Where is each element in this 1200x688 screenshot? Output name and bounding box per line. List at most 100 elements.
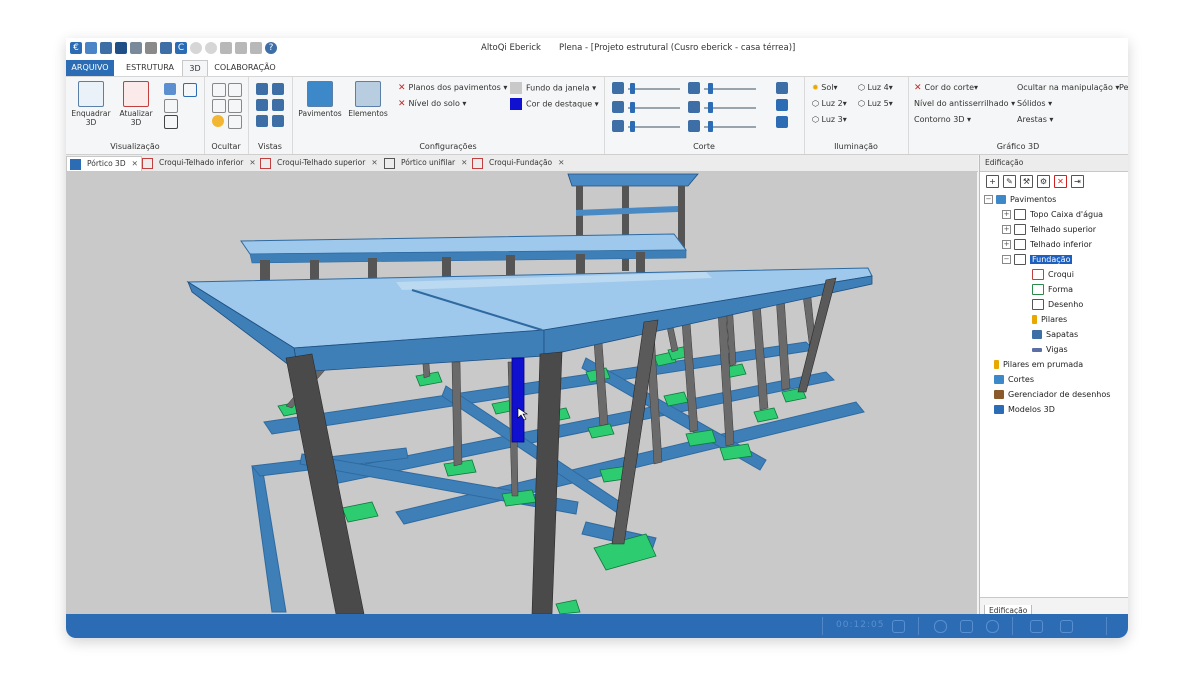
cut-box2-icon[interactable] bbox=[776, 99, 788, 111]
collapse-icon[interactable]: − bbox=[1002, 255, 1011, 264]
tree-item-desenho[interactable]: Desenho bbox=[1032, 298, 1083, 312]
planos-pavimentos-dropdown[interactable]: ✕ Planos dos pavimentos ▾ bbox=[398, 83, 507, 93]
doc-tab-croqui-fundacao[interactable]: Croqui-Fundação ✕ bbox=[472, 156, 564, 170]
luz4-dropdown[interactable]: ⬡ Luz 4▾ bbox=[858, 83, 893, 92]
save-as-icon[interactable] bbox=[130, 42, 142, 54]
tree-item-pilares[interactable]: Pilares bbox=[1032, 313, 1067, 327]
doc-tab-croqui-telhado-inferior[interactable]: Croqui-Telhado inferior ✕ bbox=[142, 156, 256, 170]
cut-x-icon[interactable] bbox=[612, 82, 624, 94]
ocultar-manipulacao-dropdown[interactable]: Ocultar na manipulação ▾ bbox=[1017, 83, 1119, 92]
tree-item-topo-caixa[interactable]: + Topo Caixa d'água bbox=[1002, 208, 1103, 222]
tab-3d[interactable]: 3D bbox=[182, 60, 208, 76]
expand-icon[interactable]: + bbox=[1002, 225, 1011, 234]
doc-tab-croqui-telhado-superior[interactable]: Croqui-Telhado superior ✕ bbox=[260, 156, 378, 170]
close-icon[interactable]: ✕ bbox=[132, 159, 138, 168]
hide3-icon[interactable] bbox=[212, 99, 226, 113]
cut-z2-icon[interactable] bbox=[688, 120, 700, 132]
hide-icon[interactable] bbox=[212, 83, 226, 97]
alarm-icon[interactable] bbox=[892, 620, 905, 633]
viewport-3d[interactable] bbox=[66, 172, 977, 614]
open-icon[interactable] bbox=[100, 42, 112, 54]
close-icon[interactable]: ✕ bbox=[371, 158, 377, 167]
arestas-dropdown[interactable]: Arestas ▾ bbox=[1017, 115, 1053, 124]
nivel-solo-dropdown[interactable]: ✕ Nível do solo ▾ bbox=[398, 99, 466, 109]
cut-slider-5[interactable] bbox=[628, 121, 680, 132]
cut-slider-1[interactable] bbox=[628, 83, 680, 94]
doc-tab-portico-unifilar[interactable]: Pórtico unifilar ✕ bbox=[384, 156, 467, 170]
antisserrilhado-dropdown[interactable]: Nível do antisserrilhado ▾ bbox=[914, 99, 1015, 108]
luz2-dropdown[interactable]: ⬡ Luz 2▾ bbox=[812, 99, 847, 108]
gear-icon[interactable] bbox=[986, 620, 999, 633]
tree-item-croqui[interactable]: Croqui bbox=[1032, 268, 1074, 282]
tool3-icon[interactable] bbox=[250, 42, 262, 54]
close-icon[interactable]: ✕ bbox=[461, 158, 467, 167]
view-back-icon[interactable] bbox=[272, 83, 284, 95]
export-icon[interactable]: ⇥ bbox=[1071, 175, 1084, 188]
tree-item-fundacao[interactable]: − Fundação bbox=[1002, 253, 1073, 267]
view-front-icon[interactable] bbox=[256, 83, 268, 95]
cor-destaque-dropdown[interactable]: Cor de destaque ▾ bbox=[510, 98, 599, 110]
cut-box3-icon[interactable] bbox=[776, 116, 788, 128]
tree-item-pilares-prumada[interactable]: Pilares em prumada bbox=[994, 358, 1083, 372]
cut-y-icon[interactable] bbox=[612, 101, 624, 113]
luz3-dropdown[interactable]: ⬡ Luz 3▾ bbox=[812, 115, 847, 124]
tree-item-pavimentos[interactable]: − Pavimentos bbox=[984, 193, 1056, 207]
slider-thumb[interactable] bbox=[630, 121, 635, 132]
doc-tab-portico-3d[interactable]: Pórtico 3D ✕ bbox=[66, 156, 142, 171]
capture-icon[interactable] bbox=[1060, 620, 1073, 633]
cut-x2-icon[interactable] bbox=[688, 82, 700, 94]
view-top-icon[interactable] bbox=[256, 115, 268, 127]
atualizar-3d-button[interactable]: Atualizar 3D bbox=[114, 81, 158, 127]
zoom-icon[interactable] bbox=[183, 83, 197, 97]
expand-icon[interactable]: + bbox=[1002, 210, 1011, 219]
copy-icon[interactable] bbox=[160, 42, 172, 54]
highlighted-column[interactable] bbox=[511, 357, 525, 443]
close-icon[interactable]: ✕ bbox=[249, 158, 255, 167]
tree-item-vigas[interactable]: Vigas bbox=[1032, 343, 1068, 357]
cut-slider-6[interactable] bbox=[704, 121, 756, 132]
solidos-dropdown[interactable]: Sólidos ▾ bbox=[1017, 99, 1052, 108]
add-icon[interactable]: + bbox=[986, 175, 999, 188]
print-icon[interactable] bbox=[145, 42, 157, 54]
cut-slider-3[interactable] bbox=[628, 102, 680, 113]
slider-thumb[interactable] bbox=[630, 102, 635, 113]
cut-slider-2[interactable] bbox=[704, 83, 756, 94]
tool-icon[interactable] bbox=[220, 42, 232, 54]
structure-3d-model[interactable] bbox=[66, 172, 977, 614]
enquadrar-3d-button[interactable]: Enquadrar 3D bbox=[69, 81, 113, 127]
tab-arquivo[interactable]: ARQUIVO bbox=[66, 60, 114, 76]
edit-icon[interactable]: ✎ bbox=[1003, 175, 1016, 188]
view-right-icon[interactable] bbox=[272, 99, 284, 111]
cut-box-icon[interactable] bbox=[776, 82, 788, 94]
walk-icon[interactable] bbox=[164, 115, 178, 129]
fundo-janela-dropdown[interactable]: Fundo da janela ▾ bbox=[510, 82, 596, 94]
sol-dropdown[interactable]: ✹ Sol▾ bbox=[812, 83, 837, 92]
tree-item-forma[interactable]: Forma bbox=[1032, 283, 1073, 297]
pe-dropdown[interactable]: Pe bbox=[1119, 83, 1128, 92]
cut-slider-4[interactable] bbox=[704, 102, 756, 113]
tab-estrutura[interactable]: ESTRUTURA bbox=[122, 60, 178, 76]
save-icon[interactable] bbox=[115, 42, 127, 54]
close-icon[interactable]: ✕ bbox=[558, 158, 564, 167]
redo-icon[interactable] bbox=[205, 42, 217, 54]
cut-y2-icon[interactable] bbox=[688, 101, 700, 113]
undo-icon[interactable] bbox=[190, 42, 202, 54]
elementos-button[interactable]: Elementos bbox=[346, 81, 390, 118]
settings-icon[interactable]: ⚙ bbox=[1037, 175, 1050, 188]
slider-thumb[interactable] bbox=[708, 102, 713, 113]
select-icon[interactable] bbox=[164, 99, 178, 113]
view-left-icon[interactable] bbox=[256, 99, 268, 111]
pavimentos-button[interactable]: Pavimentos bbox=[298, 81, 342, 118]
hide4-icon[interactable] bbox=[228, 99, 242, 113]
calculate-icon[interactable]: C bbox=[175, 42, 187, 54]
hide5-icon[interactable] bbox=[228, 115, 242, 129]
collapse-icon[interactable]: − bbox=[984, 195, 993, 204]
tree-item-sapatas[interactable]: Sapatas bbox=[1032, 328, 1078, 342]
bulb-icon[interactable] bbox=[212, 115, 224, 127]
contorno-dropdown[interactable]: Contorno 3D ▾ bbox=[914, 115, 971, 124]
help-icon[interactable]: ? bbox=[265, 42, 277, 54]
mic-icon[interactable] bbox=[934, 620, 947, 633]
pen-icon[interactable] bbox=[1030, 620, 1043, 633]
slider-thumb[interactable] bbox=[630, 83, 635, 94]
open-folder-icon[interactable] bbox=[85, 42, 97, 54]
